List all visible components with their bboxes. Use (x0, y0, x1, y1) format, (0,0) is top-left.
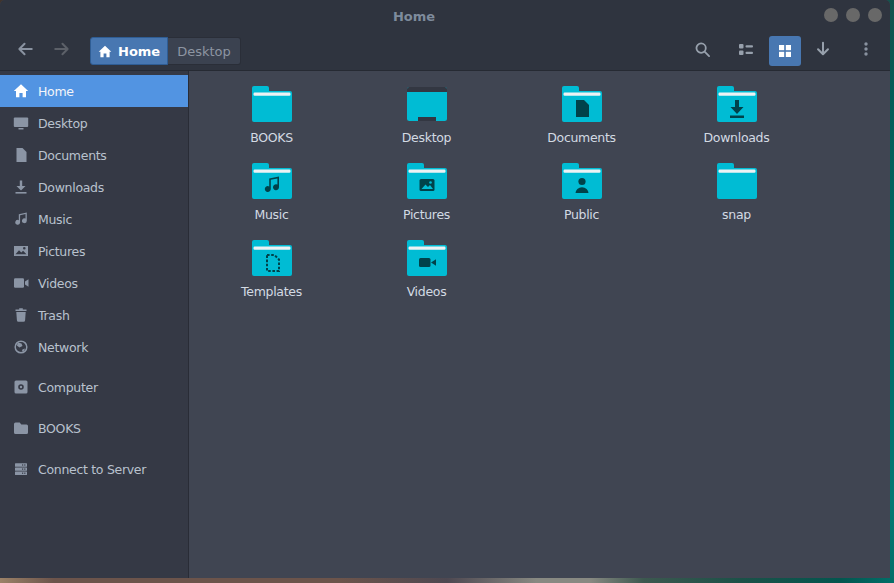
sidebar-item-label: Music (38, 212, 72, 227)
sidebar: Home Desktop Documents Downloads Music Pictur… (0, 71, 189, 578)
folder-icon (716, 163, 758, 199)
sidebar-item-books[interactable]: BOOKS (0, 412, 188, 444)
sidebar-item-label: Home (38, 84, 74, 99)
folder-icon (251, 86, 293, 122)
window-control-minimize[interactable] (824, 8, 838, 22)
file-item-label: Videos (407, 284, 447, 299)
sidebar-item-videos[interactable]: Videos (0, 267, 188, 299)
sidebar-item-trash[interactable]: Trash (0, 299, 188, 331)
sidebar-item-pictures[interactable]: Pictures (0, 235, 188, 267)
list-view-button[interactable] (734, 39, 758, 63)
grid-view-button[interactable] (769, 36, 801, 66)
window-title: Home (393, 9, 435, 24)
desktop-icon (13, 115, 29, 131)
folder-videos-icon (406, 240, 448, 276)
sidebar-item-music[interactable]: Music (0, 203, 188, 235)
file-item-templates[interactable]: Templates (194, 234, 349, 311)
sidebar-item-network[interactable]: Network (0, 331, 188, 363)
globe-icon (13, 339, 29, 355)
breadcrumb-desktop-label: Desktop (177, 44, 231, 59)
sidebar-item-label: Documents (38, 148, 107, 163)
sidebar-item-home[interactable]: Home (0, 75, 188, 107)
file-manager-window: Home Home Desktop Home Desktop Documents Do… (0, 0, 890, 578)
file-item-videos[interactable]: Videos (349, 234, 504, 311)
forward-button[interactable] (50, 39, 74, 63)
desktop-icon (406, 86, 448, 122)
sidebar-item-label: Pictures (38, 244, 85, 259)
sidebar-item-computer[interactable]: Computer (0, 371, 188, 403)
sidebar-item-label: Connect to Server (38, 462, 146, 477)
window-control-maximize[interactable] (846, 8, 860, 22)
main-area: Home Desktop Documents Downloads Music Pictur… (0, 71, 890, 578)
folder-music-icon (251, 163, 293, 199)
file-item-label: snap (722, 207, 751, 222)
trash-icon (13, 307, 29, 323)
file-item-downloads[interactable]: Downloads (659, 80, 814, 157)
file-grid: BOOKS Desktop Documents Downloads Music Pictu… (189, 71, 890, 578)
window-controls (824, 8, 882, 22)
sidebar-item-desktop[interactable]: Desktop (0, 107, 188, 139)
harddisk-icon (13, 379, 29, 395)
sidebar-item-label: Trash (38, 308, 70, 323)
breadcrumb-home-label: Home (118, 44, 160, 59)
sidebar-item-label: Videos (38, 276, 78, 291)
sidebar-item-label: BOOKS (38, 421, 81, 436)
list-view-icon (738, 41, 754, 61)
file-item-pictures[interactable]: Pictures (349, 157, 504, 234)
breadcrumb-home[interactable]: Home (90, 37, 168, 65)
file-item-label: Documents (547, 130, 616, 145)
file-item-music[interactable]: Music (194, 157, 349, 234)
sidebar-item-connect-to-server[interactable]: Connect to Server (0, 453, 188, 485)
video-icon (13, 275, 29, 291)
file-item-label: Pictures (403, 207, 450, 222)
sidebar-item-label: Desktop (38, 116, 87, 131)
file-item-documents[interactable]: Documents (504, 80, 659, 157)
sidebar-item-label: Network (38, 340, 88, 355)
kebab-menu-icon (858, 41, 874, 61)
back-button[interactable] (13, 39, 37, 63)
sidebar-item-documents[interactable]: Documents (0, 139, 188, 171)
breadcrumb-desktop[interactable]: Desktop (168, 37, 241, 65)
search-icon (694, 41, 711, 62)
sidebar-item-downloads[interactable]: Downloads (0, 171, 188, 203)
download-icon (13, 179, 29, 195)
file-item-public[interactable]: Public (504, 157, 659, 234)
window-control-close[interactable] (868, 8, 882, 22)
arrow-down-icon (814, 40, 832, 62)
file-item-label: Downloads (704, 130, 770, 145)
arrow-right-icon (53, 40, 71, 62)
sidebar-item-label: Computer (38, 380, 98, 395)
toolbar: Home Desktop (0, 32, 890, 71)
folder-documents-icon (561, 86, 603, 122)
file-item-desktop[interactable]: Desktop (349, 80, 504, 157)
menu-button[interactable] (854, 39, 878, 63)
titlebar[interactable]: Home (0, 0, 890, 32)
download-arrow-button[interactable] (811, 39, 835, 63)
server-icon (13, 461, 29, 477)
file-item-label: Desktop (402, 130, 451, 145)
file-item-label: Templates (241, 284, 302, 299)
search-button[interactable] (690, 39, 714, 63)
sidebar-item-label: Downloads (38, 180, 104, 195)
file-item-books[interactable]: BOOKS (194, 80, 349, 157)
file-item-label: Music (254, 207, 288, 222)
folder-templates-icon (251, 240, 293, 276)
home-icon (98, 45, 112, 58)
music-icon (13, 211, 29, 227)
file-item-label: BOOKS (250, 130, 293, 145)
folder-icon (13, 420, 29, 436)
folder-downloads-icon (716, 86, 758, 122)
file-item-label: Public (564, 207, 599, 222)
image-icon (13, 243, 29, 259)
arrow-left-icon (16, 40, 34, 62)
folder-public-icon (561, 163, 603, 199)
folder-pictures-icon (406, 163, 448, 199)
breadcrumb: Home Desktop (90, 37, 241, 65)
document-icon (13, 147, 29, 163)
file-item-snap[interactable]: snap (659, 157, 814, 234)
desktop-wallpaper-bottom-edge (0, 578, 894, 583)
grid-view-icon (777, 43, 793, 59)
home-icon (13, 83, 29, 99)
